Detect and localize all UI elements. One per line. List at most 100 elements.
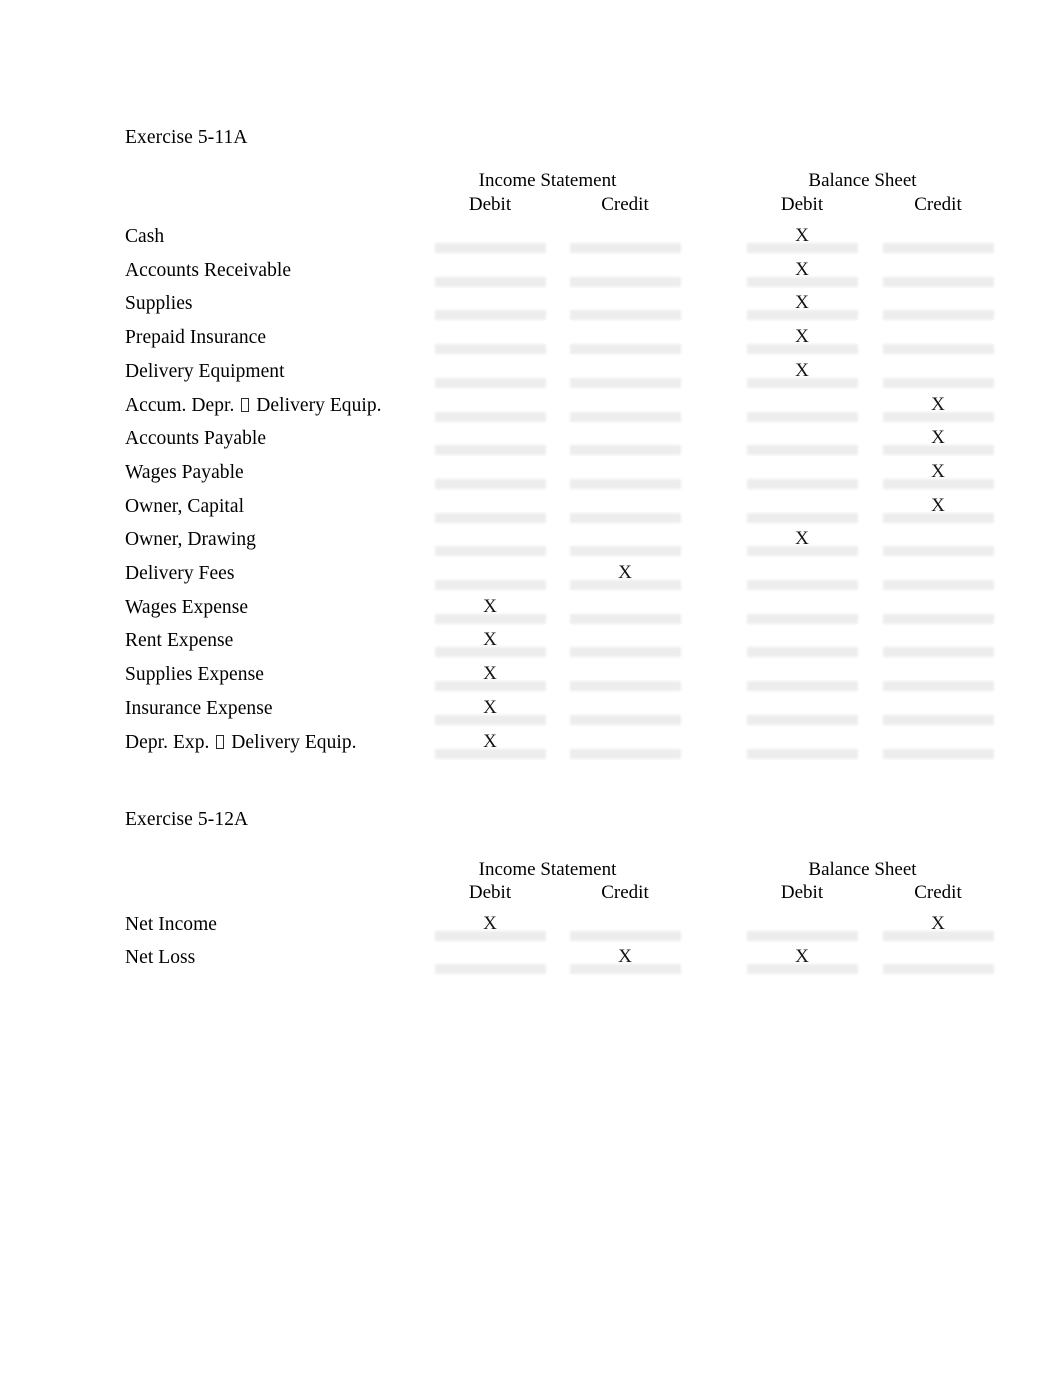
cell-is-credit[interactable] [565, 630, 685, 660]
cell-bs-credit[interactable] [878, 327, 998, 357]
cell-is-debit[interactable] [430, 462, 550, 492]
cell-bs-debit[interactable] [742, 428, 862, 458]
cell-bs-credit[interactable] [878, 226, 998, 256]
worksheet-row: Accum. Depr. Delivery Equip. X [0, 394, 1062, 429]
cell-bs-debit[interactable] [742, 664, 862, 694]
cell-blank-rule [570, 377, 681, 388]
cell-bs-credit[interactable]: X [878, 913, 998, 944]
cell-blank-rule [747, 478, 858, 489]
cell-is-debit[interactable] [430, 361, 550, 391]
cell-is-debit[interactable]: X [430, 663, 550, 694]
cell-is-credit[interactable] [565, 597, 685, 627]
cell-bs-credit[interactable]: X [878, 461, 998, 492]
cell-is-credit[interactable]: X [565, 946, 685, 977]
cell-is-credit[interactable] [565, 395, 685, 425]
cell-is-debit[interactable] [430, 563, 550, 593]
cell-blank-rule [570, 580, 681, 590]
cell-is-credit[interactable] [565, 914, 685, 944]
cell-is-credit[interactable] [565, 664, 685, 694]
worksheet-row: Rent Expense X [0, 629, 1062, 664]
cell-bs-credit[interactable] [878, 293, 998, 323]
cell-blank-rule [747, 546, 858, 557]
cell-bs-debit[interactable] [742, 698, 862, 728]
cell-bs-credit[interactable] [878, 563, 998, 593]
cell-blank-rule [435, 647, 546, 658]
cell-bs-debit[interactable]: X [742, 259, 862, 290]
cell-bs-debit[interactable] [742, 630, 862, 660]
cell-is-credit[interactable] [565, 462, 685, 492]
cell-is-debit[interactable] [430, 260, 550, 290]
cell-blank-rule [883, 512, 994, 523]
cell-bs-credit[interactable] [878, 529, 998, 559]
row-account-label: Insurance Expense [125, 697, 273, 719]
cell-is-credit[interactable]: X [565, 562, 685, 593]
cell-is-debit[interactable]: X [430, 629, 550, 660]
cell-bs-debit[interactable]: X [742, 326, 862, 357]
cell-blank-rule [883, 276, 994, 287]
cell-bs-debit[interactable] [742, 597, 862, 627]
cell-is-debit[interactable] [430, 226, 550, 256]
cell-bs-credit[interactable] [878, 698, 998, 728]
cell-is-debit[interactable]: X [430, 731, 550, 762]
cell-bs-debit[interactable]: X [742, 946, 862, 977]
cell-is-credit[interactable] [565, 428, 685, 458]
cell-bs-credit[interactable]: X [878, 394, 998, 425]
cell-is-credit[interactable] [565, 260, 685, 290]
cell-is-credit[interactable] [565, 732, 685, 762]
cell-is-credit[interactable] [565, 293, 685, 323]
cell-blank-rule [747, 748, 858, 759]
cell-bs-debit[interactable] [742, 395, 862, 425]
cell-blank-rule [883, 310, 994, 321]
cell-bs-credit[interactable]: X [878, 495, 998, 526]
cell-bs-debit[interactable]: X [742, 360, 862, 391]
row-account-label: Wages Payable [125, 461, 244, 483]
worksheet-row: Accounts Receivable X [0, 259, 1062, 294]
cell-is-debit[interactable] [430, 529, 550, 559]
cell-bs-debit[interactable]: X [742, 225, 862, 256]
cell-bs-debit[interactable] [742, 914, 862, 944]
cell-bs-debit[interactable] [742, 732, 862, 762]
balance-sheet-header: Balance Sheet [808, 859, 917, 880]
worksheet-row: Delivery Equipment X [0, 360, 1062, 395]
worksheet-row: Owner, Capital X [0, 495, 1062, 530]
cell-is-debit[interactable] [430, 327, 550, 357]
cell-bs-credit[interactable] [878, 947, 998, 977]
cell-is-debit[interactable]: X [430, 596, 550, 627]
cell-is-credit[interactable] [565, 698, 685, 728]
cell-bs-credit[interactable] [878, 361, 998, 391]
cell-bs-credit[interactable] [878, 664, 998, 694]
cell-is-debit[interactable] [430, 428, 550, 458]
cell-is-credit[interactable] [565, 529, 685, 559]
cell-blank-rule [747, 243, 858, 253]
cell-is-debit[interactable] [430, 496, 550, 526]
cell-is-debit[interactable] [430, 947, 550, 977]
cell-blank-rule [747, 445, 858, 456]
cell-bs-debit[interactable]: X [742, 528, 862, 559]
cell-bs-debit[interactable] [742, 496, 862, 526]
cell-blank-rule [883, 681, 994, 692]
cell-bs-credit[interactable] [878, 732, 998, 762]
income-statement-header: Income Statement [478, 170, 617, 191]
cell-bs-credit[interactable] [878, 260, 998, 290]
cell-is-debit[interactable] [430, 293, 550, 323]
cell-bs-debit[interactable] [742, 563, 862, 593]
cell-is-debit[interactable]: X [430, 913, 550, 944]
cell-is-credit[interactable] [565, 327, 685, 357]
cell-bs-credit[interactable] [878, 630, 998, 660]
cell-blank-rule [747, 681, 858, 692]
cell-is-credit[interactable] [565, 361, 685, 391]
cell-is-debit[interactable] [430, 395, 550, 425]
cell-bs-credit[interactable]: X [878, 427, 998, 458]
cell-bs-debit[interactable] [742, 462, 862, 492]
cell-is-credit[interactable] [565, 496, 685, 526]
cell-blank-rule [747, 613, 858, 624]
row-account-label: Prepaid Insurance [125, 327, 267, 349]
cell-bs-credit[interactable] [878, 597, 998, 627]
cell-bs-debit[interactable]: X [742, 292, 862, 323]
cell-is-credit[interactable] [565, 226, 685, 256]
worksheet-page: Exercise 5-11A Income Statement Balance Sh… [0, 0, 1062, 1377]
cell-is-debit[interactable]: X [430, 697, 550, 728]
worksheet-row: Wages Payable X [0, 461, 1062, 496]
row-account-label: Supplies Expense [125, 664, 264, 686]
row-account-label: Supplies [125, 293, 193, 315]
